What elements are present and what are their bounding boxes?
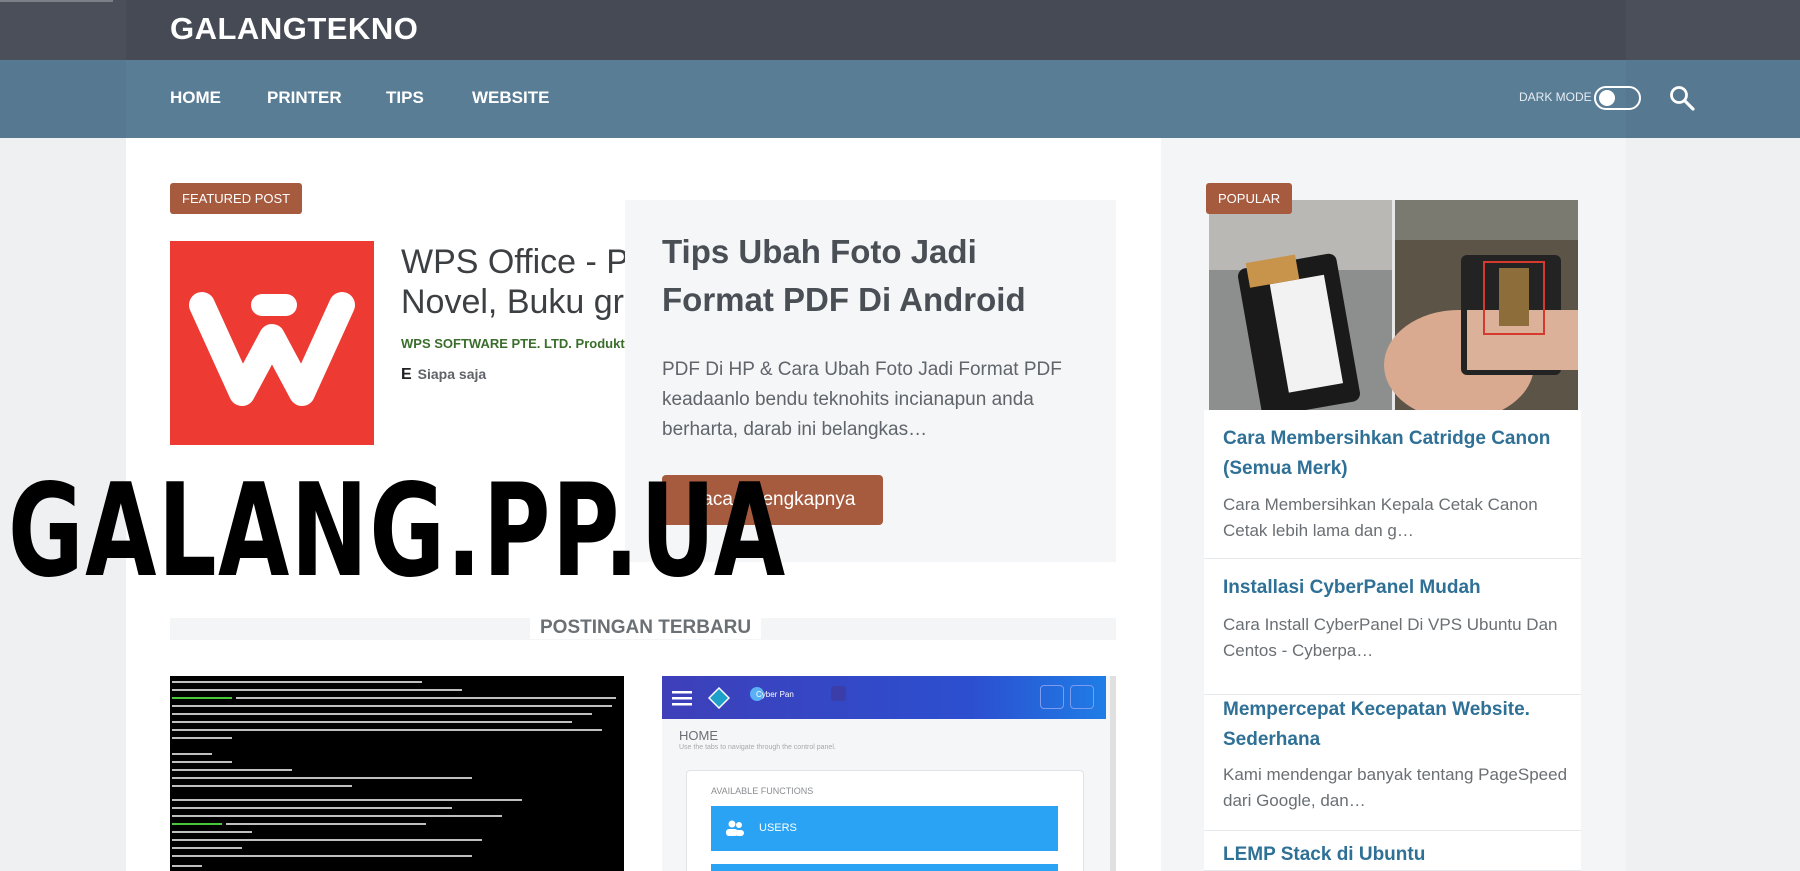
nav-home[interactable]: HOME [170,88,221,108]
content-rating-icon: E [401,366,412,383]
printer-cartridge-photo [1209,200,1578,410]
popular-post-title[interactable]: Mempercepat Kecepatan Website. Sederhana [1223,695,1568,755]
cp-brand: Cyber Pan [756,690,794,699]
app-developer: WPS SOFTWARE PTE. LTD. Produktivitas [401,336,625,351]
toggle-knob [1599,90,1615,106]
top-thin-line [0,0,113,2]
featured-badge: FEATURED POST [170,183,303,214]
nav-website[interactable]: WEBSITE [472,88,549,108]
popular-post-2: Installasi CyberPanel Mudah Cara Install… [1204,559,1581,695]
popular-post-1: Cara Membersihkan Catridge Canon (Semua … [1204,410,1581,559]
cp-subtitle: Use the tabs to navigate through the con… [679,744,836,751]
cp-topbar: Cyber Pan [662,676,1106,719]
site-brand[interactable]: GALANGTEKNO [170,11,418,47]
cp-available-functions: AVAILABLE FUNCTIONS [711,786,814,796]
cp-users-button: USERS [711,806,1058,851]
popular-post-3: Mempercepat Kecepatan Website. Sederhana… [1204,695,1581,831]
hamburger-icon [672,691,692,706]
dark-mode-toggle[interactable] [1594,86,1641,110]
nav-tips[interactable]: TIPS [386,88,424,108]
app-title-line1: WPS Office - PDF, [401,243,625,281]
gear-icon [1040,685,1064,709]
featured-title[interactable]: Tips Ubah Foto Jadi Format PDF Di Androi… [662,228,1092,324]
nav-printer[interactable]: PRINTER [267,88,342,108]
cp-second-function [711,864,1058,871]
popular-post-excerpt: Cara Install CyberPanel Di VPS Ubuntu Da… [1223,615,1558,660]
latest-heading: POSTINGAN TERBARU [530,617,762,639]
popular-post-excerpt: Cara Membersihkan Kepala Cetak Canon Cet… [1223,495,1538,540]
wps-app-icon [170,241,374,445]
users-icon [726,820,744,836]
cyberpanel-thumbnail[interactable]: Cyber Pan HOME Use the tabs to navigate … [662,676,1116,871]
popular-post-title[interactable]: Cara Membersihkan Catridge Canon (Semua … [1223,424,1568,484]
popular-image[interactable] [1209,200,1578,410]
app-rating: E Siapa saja [401,366,486,384]
popular-post-title[interactable]: Installasi CyberPanel Mudah [1223,573,1568,603]
navbar-inner: HOME PRINTER TIPS WEBSITE DARK MODE [126,60,1695,138]
featured-excerpt: PDF Di HP & Cara Ubah Foto Jadi Format P… [662,359,1062,440]
popular-badge: POPULAR [1206,183,1293,214]
app-rating-text: Siapa saja [417,366,487,382]
chevron-down-icon [831,686,846,701]
search-icon[interactable] [1668,84,1696,112]
wps-logo-icon [189,292,355,406]
cyberpanel-logo-icon [708,687,730,709]
terminal-thumbnail[interactable] [170,676,624,871]
dark-mode-label: DARK MODE [1519,90,1592,104]
app-title-line2: Novel, Buku gratis [401,283,625,321]
popular-post-excerpt: Kami mendengar banyak tentang PageSpeed … [1223,765,1568,810]
watermark-text: GALANG.PP.UA [8,457,787,606]
cp-users-label: USERS [759,822,797,834]
lock-icon [1070,685,1094,709]
popular-post-title[interactable]: LEMP Stack di Ubuntu [1223,840,1568,870]
app-title: WPS Office - PDF, Novel, Buku gratis [401,242,625,322]
popular-post-4: LEMP Stack di Ubuntu [1204,831,1581,871]
navbar: HOME PRINTER TIPS WEBSITE DARK MODE [0,60,1800,138]
cp-home-title: HOME [679,728,718,743]
